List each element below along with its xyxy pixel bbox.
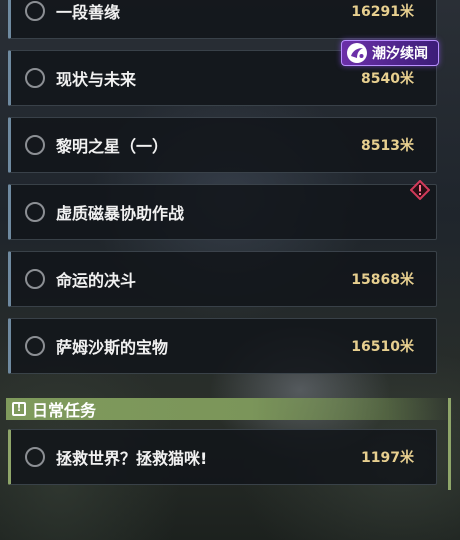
daily-task-item[interactable]: 拯救世界？拯救猫咪! 1197米 [8,429,437,485]
quest-item[interactable]: 一段善缘 16291米 [8,0,437,39]
quest-title: 虚质磁暴协助作战 [56,204,185,223]
daily-section-label: 日常任务 [32,401,97,420]
quest-item[interactable]: 命运的决斗 15868米 [8,251,437,307]
quest-distance: 16510米 [351,339,414,355]
daily-section-header: ! 日常任务 [6,398,454,420]
quest-item[interactable]: 虚质磁暴协助作战 [8,180,437,240]
radio-icon[interactable] [25,269,45,289]
quest-title: 命运的决斗 [56,271,137,290]
quest-distance: 8513米 [361,138,414,154]
info-box-icon: ! [12,402,26,416]
section-accent-bar [448,398,451,490]
radio-icon[interactable] [25,1,45,21]
quest-title: 黎明之星（一） [56,137,169,156]
quest-distance: 8540米 [361,71,414,87]
quest-distance: 15868米 [351,272,414,288]
quest-distance: 16291米 [351,4,414,20]
radio-icon[interactable] [25,336,45,356]
daily-task-title: 拯救世界？拯救猫咪! [56,449,208,468]
alert-diamond-icon [410,180,430,200]
tide-news-badge[interactable]: 潮汐续闻 [341,40,439,66]
daily-task-distance: 1197米 [361,450,414,466]
radio-icon[interactable] [25,447,45,467]
quest-title: 现状与未来 [56,70,137,89]
quest-item[interactable]: 萨姆沙斯的宝物 16510米 [8,318,437,374]
quest-title: 一段善缘 [56,3,121,22]
quest-title: 萨姆沙斯的宝物 [56,338,169,357]
radio-icon[interactable] [25,135,45,155]
tide-icon [347,43,367,63]
radio-icon[interactable] [25,68,45,88]
quest-item[interactable]: 黎明之星（一） 8513米 [8,117,437,173]
tide-news-label: 潮汐续闻 [372,46,428,62]
radio-icon[interactable] [25,202,45,222]
